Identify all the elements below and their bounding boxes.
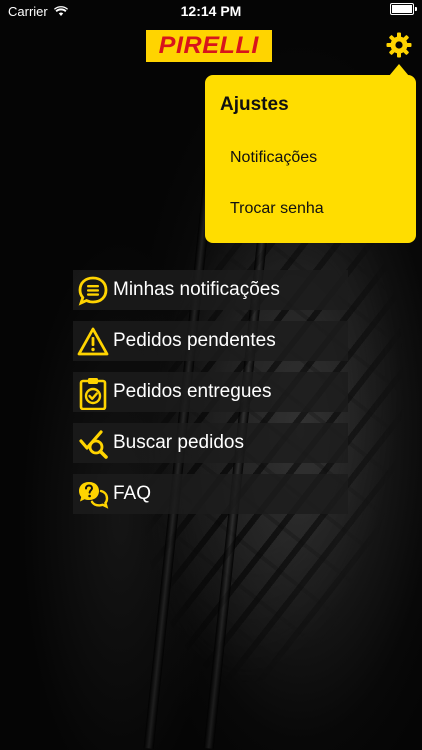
status-right	[390, 3, 417, 15]
question-chat-icon	[79, 482, 109, 509]
menu-item-label: Minhas notificações	[113, 279, 280, 300]
popover-item-trocar-senha[interactable]: Trocar senha	[230, 200, 324, 218]
chat-list-icon	[78, 276, 108, 306]
menu-item-label: Buscar pedidos	[113, 432, 244, 453]
menu-item-label: Pedidos pendentes	[113, 330, 276, 351]
menu-item-pedidos-pendentes[interactable]: Pedidos pendentes	[73, 321, 348, 361]
popover-title: Ajustes	[220, 94, 289, 115]
search-check-icon	[79, 430, 108, 459]
settings-popover: Ajustes Notificações Trocar senha	[205, 64, 416, 243]
menu-item-pedidos-entregues[interactable]: Pedidos entregues	[73, 372, 348, 412]
menu-item-buscar-pedidos[interactable]: Buscar pedidos	[73, 423, 348, 463]
warning-icon	[77, 327, 109, 356]
popover-item-notificacoes[interactable]: Notificações	[230, 149, 317, 167]
battery-fill	[392, 5, 412, 13]
settings-button[interactable]	[386, 32, 412, 58]
menu-item-label: FAQ	[113, 483, 152, 504]
menu-item-faq[interactable]: FAQ	[73, 474, 348, 514]
menu-item-label: Pedidos entregues	[113, 381, 272, 402]
logo-text: PIRELLI	[158, 32, 260, 59]
gear-icon	[386, 32, 412, 58]
battery-icon	[390, 3, 417, 15]
pirelli-logo: PIRELLI	[146, 30, 272, 62]
status-time: 12:14 PM	[180, 3, 242, 19]
menu-item-minhas-notificacoes[interactable]: Minhas notificações	[73, 270, 348, 310]
clipboard-check-icon	[79, 378, 107, 410]
status-bar: Carrier 12:14 PM	[0, 0, 422, 22]
